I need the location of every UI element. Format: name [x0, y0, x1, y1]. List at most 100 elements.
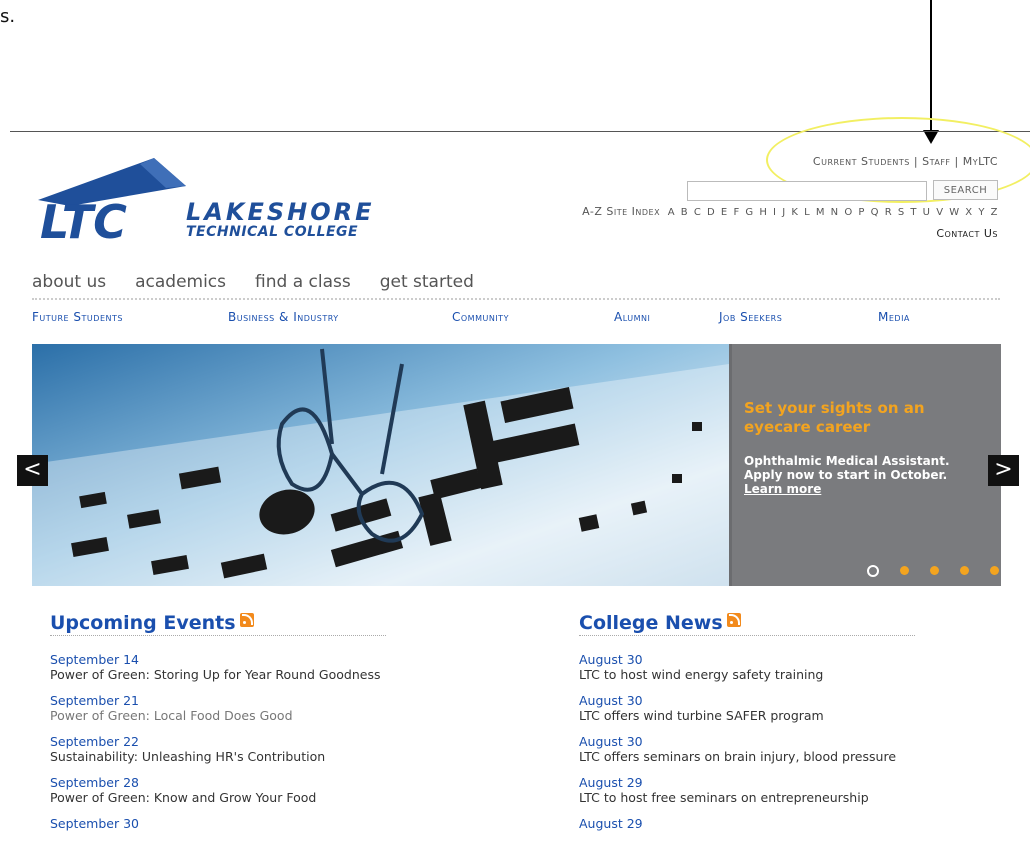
carousel-dot-5[interactable] — [990, 566, 1000, 575]
az-letter[interactable]: B — [681, 207, 688, 218]
event-title[interactable]: Power of Green: Storing Up for Year Roun… — [50, 667, 390, 682]
nav-media[interactable]: Media — [878, 310, 910, 324]
rss-icon[interactable] — [239, 613, 254, 627]
college-news-section: College News August 30 LTC to host wind … — [579, 612, 919, 842]
hero-carousel: Set your sights on an eyecare career Oph… — [32, 344, 1001, 586]
news-date[interactable]: August 29 — [579, 816, 919, 831]
contact-us-link[interactable]: Contact Us — [936, 227, 998, 240]
carousel-dot-3[interactable] — [930, 566, 940, 575]
nav-job-seekers[interactable]: Job Seekers — [719, 310, 782, 324]
az-letter[interactable]: X — [965, 207, 972, 218]
az-letter[interactable]: F — [733, 207, 739, 218]
az-letter[interactable]: A — [668, 207, 675, 218]
az-letter[interactable]: T — [910, 207, 917, 218]
upcoming-events-heading[interactable]: Upcoming Events — [50, 612, 236, 634]
news-title[interactable]: LTC to host wind energy safety training — [579, 667, 919, 682]
list-item: August 30 LTC offers seminars on brain i… — [579, 734, 919, 764]
az-letter[interactable]: M — [816, 207, 825, 218]
news-title[interactable]: LTC offers seminars on brain injury, blo… — [579, 749, 919, 764]
az-letter[interactable]: K — [791, 207, 798, 218]
section-divider — [50, 635, 386, 636]
nav-about-us[interactable]: about us — [32, 272, 106, 292]
list-item: August 30 LTC to host wind energy safety… — [579, 652, 919, 682]
logo-mark-text: LTC — [40, 195, 127, 240]
event-date[interactable]: September 14 — [50, 652, 390, 667]
az-letter[interactable]: H — [759, 207, 767, 218]
nav-find-a-class[interactable]: find a class — [255, 272, 351, 292]
ltc-logo[interactable]: LTC LAKESHORE TECHNICAL COLLEGE — [36, 158, 386, 240]
search-input[interactable] — [687, 181, 927, 201]
nav-community[interactable]: Community — [452, 310, 509, 324]
list-item: September 21 Power of Green: Local Food … — [50, 693, 390, 723]
news-date[interactable]: August 30 — [579, 693, 919, 708]
news-date[interactable]: August 29 — [579, 775, 919, 790]
az-letter[interactable]: W — [949, 207, 959, 218]
news-date[interactable]: August 30 — [579, 734, 919, 749]
list-item: August 30 LTC offers wind turbine SAFER … — [579, 693, 919, 723]
logo-line-technical-college: TECHNICAL COLLEGE — [186, 224, 359, 240]
nav-get-started[interactable]: get started — [380, 272, 474, 292]
nav-divider — [32, 298, 1000, 300]
event-title[interactable]: Sustainability: Unleashing HR's Contribu… — [50, 749, 390, 764]
event-date[interactable]: September 22 — [50, 734, 390, 749]
az-site-index: A-Z Site Index A B C D E F G H I J K L M… — [582, 205, 998, 218]
news-title[interactable]: LTC offers wind turbine SAFER program — [579, 708, 919, 723]
az-letter[interactable]: L — [804, 207, 810, 218]
az-letter[interactable]: P — [858, 207, 865, 218]
event-date[interactable]: September 21 — [50, 693, 390, 708]
audience-nav: Future Students Business & Industry Comm… — [32, 310, 992, 328]
site-search: SEARCH — [687, 180, 998, 201]
news-title[interactable]: LTC to host free seminars on entrepreneu… — [579, 790, 919, 805]
ltc-logo-mark: LTC — [38, 158, 186, 240]
list-item: September 14 Power of Green: Storing Up … — [50, 652, 390, 682]
college-news-heading[interactable]: College News — [579, 612, 723, 634]
carousel-dot-2[interactable] — [900, 566, 910, 575]
section-divider — [579, 635, 915, 636]
az-index-label[interactable]: A-Z Site Index — [582, 205, 660, 218]
list-item: September 22 Sustainability: Unleashing … — [50, 734, 390, 764]
carousel-next-button[interactable]: > — [988, 455, 1019, 486]
az-letter[interactable]: V — [936, 207, 943, 218]
az-letter[interactable]: S — [898, 207, 905, 218]
az-letter[interactable]: D — [707, 207, 715, 218]
az-letter[interactable]: I — [773, 207, 776, 218]
eye-chart-photo — [32, 344, 729, 586]
event-title[interactable]: Power of Green: Know and Grow Your Food — [50, 790, 390, 805]
search-button[interactable]: SEARCH — [933, 180, 998, 200]
carousel-dots — [867, 560, 1000, 577]
az-letter[interactable]: E — [721, 207, 728, 218]
az-letter[interactable]: Z — [991, 207, 998, 218]
list-item: August 29 LTC to host free seminars on e… — [579, 775, 919, 805]
az-letter[interactable]: N — [831, 207, 839, 218]
event-title[interactable]: Power of Green: Local Food Does Good — [50, 708, 390, 723]
carousel-dot-4[interactable] — [960, 566, 970, 575]
az-letter[interactable]: Y — [978, 207, 985, 218]
hero-body: Ophthalmic Medical Assistant. Apply now … — [744, 454, 994, 496]
hero-body-line: Ophthalmic Medical Assistant. — [744, 454, 950, 468]
carousel-dot-1[interactable] — [867, 564, 879, 577]
az-letter[interactable]: R — [885, 207, 892, 218]
hero-body-line: Apply now to start in October. — [744, 468, 948, 482]
primary-nav: about us academics find a class get started — [32, 272, 503, 292]
az-letter[interactable]: Q — [871, 207, 879, 218]
event-date[interactable]: September 30 — [50, 816, 390, 831]
az-letter[interactable]: C — [694, 207, 701, 218]
az-letter[interactable]: G — [745, 207, 753, 218]
hero-caption-panel: Set your sights on an eyecare career Oph… — [729, 344, 1001, 586]
nav-academics[interactable]: academics — [135, 272, 226, 292]
list-item: September 30 — [50, 816, 390, 831]
az-letter[interactable]: U — [923, 207, 931, 218]
event-date[interactable]: September 28 — [50, 775, 390, 790]
nav-future-students[interactable]: Future Students — [32, 310, 123, 324]
az-letter[interactable]: O — [844, 207, 852, 218]
nav-business-industry[interactable]: Business & Industry — [228, 310, 339, 324]
carousel-prev-button[interactable]: < — [17, 455, 48, 486]
hero-learn-more-link[interactable]: Learn more — [744, 482, 994, 496]
az-letter[interactable]: J — [782, 207, 785, 218]
logo-wordmark: LAKESHORE TECHNICAL COLLEGE — [186, 200, 375, 239]
annotation-text-fragment: s. — [0, 6, 16, 27]
news-date[interactable]: August 30 — [579, 652, 919, 667]
logo-line-lakeshore: LAKESHORE — [186, 198, 375, 226]
nav-alumni[interactable]: Alumni — [614, 310, 650, 324]
rss-icon[interactable] — [726, 613, 741, 627]
